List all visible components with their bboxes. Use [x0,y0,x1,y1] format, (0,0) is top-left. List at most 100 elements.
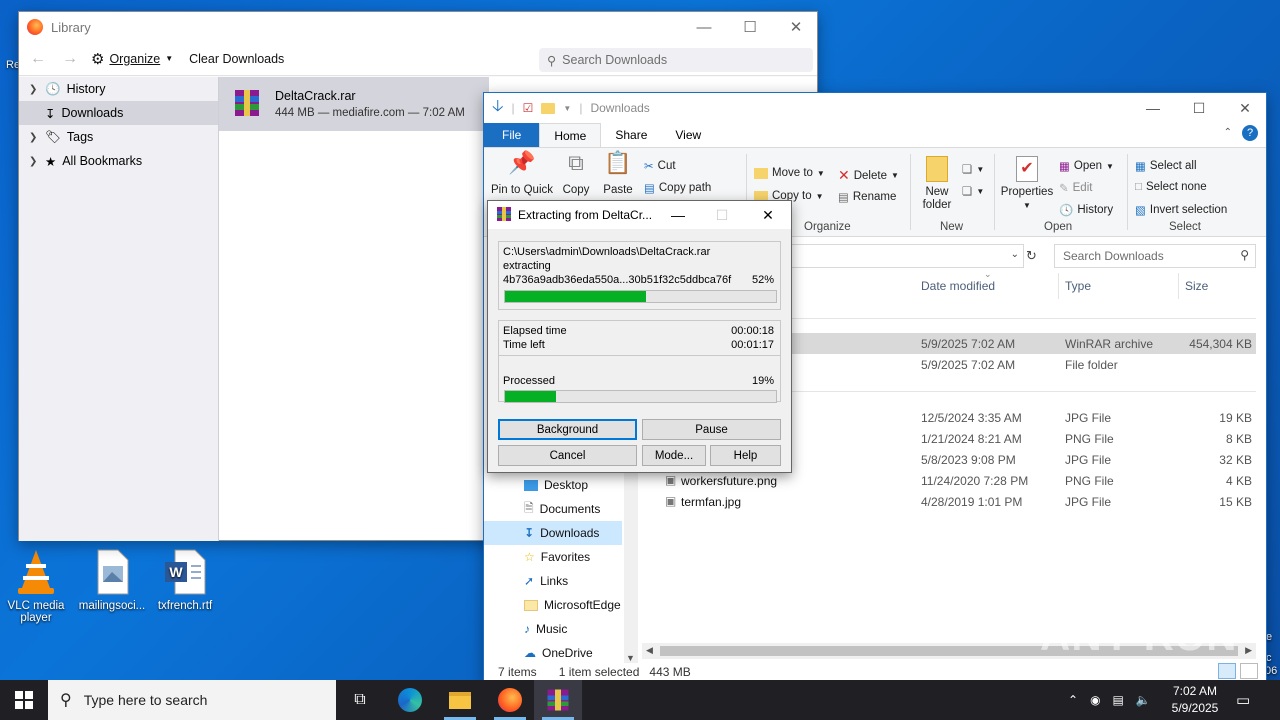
scroll-right-icon[interactable]: ▶ [1245,645,1252,656]
nav-item-links[interactable]: ➚ Links [524,569,568,593]
cloud-icon: ☁ [524,646,536,660]
refresh-icon[interactable]: ↻ [1026,248,1037,264]
cut-button[interactable]: ✂ Cut [644,159,676,173]
sidebar-item-history[interactable]: ❯ 🕓 History [19,77,218,101]
mode-button[interactable]: Mode... [642,445,706,466]
scroll-down-icon[interactable]: ▼ [626,653,635,663]
chevron-down-icon[interactable]: ⌄ [1011,249,1019,260]
nav-item-favorites[interactable]: ☆ Favorites [524,545,590,569]
maximize-button[interactable]: ☐ [1176,93,1222,123]
firefox-taskbar-button[interactable] [486,680,534,720]
minimize-button[interactable]: — [681,12,727,42]
file-type: JPG File [1065,411,1112,425]
tab-view[interactable]: View [661,123,715,147]
properties-label: Properties [1000,186,1054,198]
select-all-button[interactable]: ▦ Select all [1135,159,1197,173]
desktop-icon-vlc[interactable]: VLC media player [0,548,72,624]
cancel-button[interactable]: Cancel [498,445,637,466]
tab-file[interactable]: File [484,123,540,147]
column-header-date[interactable]: Date modified [921,279,995,293]
library-search-input[interactable]: ⚲ Search Downloads [539,48,813,72]
help-button[interactable]: Help [710,445,781,466]
desktop-icon-mailing[interactable]: mailingsoci... [76,548,148,612]
edge-taskbar-button[interactable] [386,680,434,720]
download-item[interactable]: DeltaCrack.rar 444 MB — mediafire.com — … [219,77,489,131]
expand-arrow-icon[interactable]: ❯ [29,156,39,167]
expand-arrow-icon[interactable]: ❯ [29,84,39,95]
file-row[interactable]: ▣ workersfuture.png 11/24/2020 7:28 PM P… [643,470,1256,491]
collapse-ribbon-icon[interactable]: ⌃ [1224,127,1232,138]
volume-icon[interactable]: 🔈 [1136,693,1151,707]
help-icon[interactable]: ? [1242,125,1258,141]
chevron-up-icon[interactable]: ⌃ [1068,693,1078,707]
pause-button[interactable]: Pause [642,419,781,440]
search-input[interactable]: Search Downloads ⚲ [1054,244,1256,268]
sidebar-item-downloads[interactable]: ↧ Downloads [19,101,218,125]
clear-downloads-button[interactable]: Clear Downloads [189,52,284,66]
tab-share[interactable]: Share [601,123,661,147]
tab-home[interactable]: Home [539,123,602,147]
download-arrow-icon: 🡣 [492,97,504,115]
sidebar-item-all-bookmarks[interactable]: ❯ ★ All Bookmarks [19,149,218,173]
start-button[interactable] [0,680,48,720]
chevron-down-icon[interactable]: ▼ [563,104,571,113]
nav-item-microsoftedge[interactable]: MicrosoftEdge [524,593,621,617]
winrar-taskbar-button[interactable] [534,680,582,720]
file-explorer-taskbar-button[interactable] [436,680,484,720]
copy-path-button[interactable]: ▤ Copy path [644,181,711,195]
edit-button[interactable]: ✎ Edit [1059,181,1092,195]
folder-icon[interactable] [541,102,556,114]
new-folder-button[interactable]: New folder [916,156,958,212]
elapsed-value: 00:00:18 [731,325,774,337]
details-view-icon[interactable] [1218,663,1236,679]
close-button[interactable]: ✕ [1222,93,1268,123]
maximize-button[interactable]: ☐ [727,12,773,42]
network-icon[interactable]: ▤ [1113,693,1124,707]
pin-to-quick-access-button[interactable]: 📌 Pin to Quick [490,152,554,197]
organize-button[interactable]: ⚙ Organize ▼ [91,50,173,68]
nav-item-music[interactable]: ♪ Music [524,617,567,641]
file-type: PNG File [1065,432,1114,446]
notification-button[interactable]: ▭ [1236,680,1260,720]
easy-access-icon: ❏ [962,186,973,198]
open-button[interactable]: ▦ Open ▼ [1059,159,1114,173]
people-icon[interactable]: ◉ [1090,693,1100,707]
expand-arrow-icon[interactable]: ❯ [29,132,39,143]
sidebar-item-tags[interactable]: ❯ 🏷 Tags [19,125,218,149]
nav-scrollbar[interactable]: ▼ [624,473,638,663]
minimize-button[interactable]: — [656,201,700,229]
back-arrow-icon[interactable]: ← [27,50,49,68]
properties-check-icon[interactable]: ☑ [523,101,534,115]
copy-label: Copy [562,184,590,196]
desktop-icon-txfrench[interactable]: W txfrench.rtf [149,548,221,612]
scroll-left-icon[interactable]: ◀ [646,645,653,656]
nav-item-documents[interactable]: 🗎 Documents [524,497,600,521]
large-icons-view-icon[interactable] [1240,663,1258,679]
minimize-button[interactable]: — [1130,93,1176,123]
new-item-button[interactable]: ❏ ▼ [962,162,984,176]
copy-button[interactable]: ⧉ Copy [558,152,594,197]
easy-access-button[interactable]: ❏ ▼ [962,184,984,198]
select-none-button[interactable]: □ Select none [1135,181,1207,193]
file-row[interactable]: ▣ termfan.jpg 4/28/2019 1:01 PM JPG File… [643,491,1256,512]
background-button[interactable]: Background [498,419,637,440]
nav-item-onedrive[interactable]: ☁ OneDrive [524,641,593,665]
history-button[interactable]: 🕓 History [1059,203,1113,217]
clock[interactable]: 7:02 AM 5/9/2025 [1166,680,1224,720]
delete-button[interactable]: ✕ Delete ▼ [838,167,899,184]
nav-item-downloads[interactable]: ↧ Downloads [484,521,622,545]
task-view-button[interactable]: ⧉ [336,680,384,720]
nav-item-desktop[interactable]: Desktop [524,473,588,497]
properties-button[interactable]: ✔ Properties ▼ [998,156,1056,212]
column-header-size[interactable]: Size [1185,279,1208,293]
taskbar-search-input[interactable]: ⚲ Type here to search [48,680,336,720]
column-header-type[interactable]: Type [1065,279,1091,293]
rename-button[interactable]: ▤ Rename [838,190,896,204]
forward-arrow-icon[interactable]: → [59,50,81,68]
close-button[interactable]: ✕ [746,201,790,229]
close-button[interactable]: ✕ [773,12,819,42]
paste-button[interactable]: 📋 Paste [598,152,638,197]
invert-selection-button[interactable]: ▧ Invert selection [1135,203,1227,217]
address-bar[interactable]: ⌄ [784,244,1024,268]
move-to-button[interactable]: Move to ▼ [754,167,825,179]
